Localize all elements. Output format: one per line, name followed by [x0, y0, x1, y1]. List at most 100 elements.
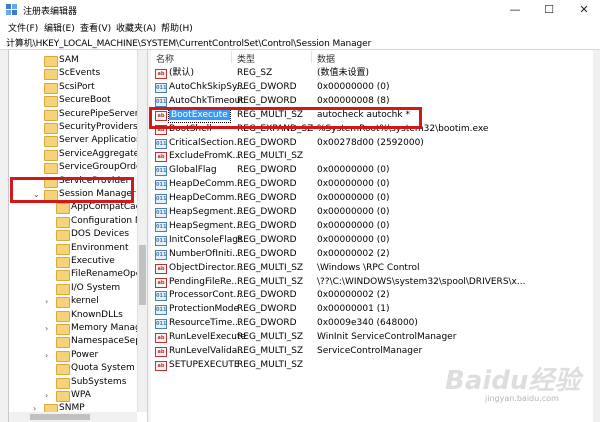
- menu-file[interactable]: 文件(F): [8, 21, 38, 34]
- tree-item[interactable]: DOS Devices: [9, 228, 137, 242]
- chevron-right-icon[interactable]: ›: [45, 389, 48, 402]
- value-row[interactable]: ab (默认) REG_SZ (数值未设置): [152, 66, 593, 80]
- value-row[interactable]: 011 HeapDeComm... REG_DWORD 0x00000000 (0): [152, 191, 593, 205]
- tree-item[interactable]: SecurityProviders: [9, 121, 137, 134]
- close-button[interactable]: ✕: [572, 2, 596, 18]
- left-gutter: [0, 50, 9, 422]
- tree-item[interactable]: SecurePipeServers: [9, 108, 137, 121]
- value-row[interactable]: 011 ResourceTime... REG_DWORD 0x0009e340 (6…: [152, 316, 593, 330]
- highlight-bootexecute: [149, 107, 422, 129]
- menu-help[interactable]: 帮助(H): [161, 21, 193, 34]
- chevron-right-icon[interactable]: ›: [45, 322, 48, 335]
- chevron-right-icon[interactable]: ›: [33, 402, 36, 412]
- menu-view[interactable]: 查看(V): [80, 21, 111, 34]
- tree-item[interactable]: KnownDLLs: [9, 309, 137, 322]
- folder-icon: [56, 350, 70, 362]
- tree-item[interactable]: AppCompatCache: [9, 201, 137, 215]
- binary-value-icon: 011: [155, 235, 167, 246]
- folder-icon: [56, 230, 70, 242]
- tree-item[interactable]: › kernel: [9, 295, 137, 309]
- value-row[interactable]: 011 AutoChkSkipSy... REG_DWORD 0x00000000 (…: [152, 80, 593, 94]
- value-row[interactable]: 011 NumberOfIniti... REG_DWORD 0x00000002 (…: [152, 247, 593, 261]
- value-row[interactable]: 011 HeapDeComm... REG_DWORD 0x00000000 (0): [152, 177, 593, 191]
- column-header-name[interactable]: 名称: [156, 52, 174, 65]
- chevron-right-icon[interactable]: ›: [45, 349, 48, 362]
- minimize-button[interactable]: —: [503, 2, 527, 18]
- value-row[interactable]: 011 ProtectionMode REG_DWORD 0x00000001 (1): [152, 302, 593, 316]
- tree-item[interactable]: › SNMP: [9, 402, 137, 412]
- tree-item[interactable]: I/O System: [9, 282, 137, 295]
- tree-item[interactable]: ScEvents: [9, 67, 137, 81]
- binary-value-icon: 011: [155, 180, 167, 191]
- string-value-icon: ab: [155, 360, 167, 371]
- value-row[interactable]: 011 HeapSegment... REG_DWORD 0x00000000 (0): [152, 219, 593, 233]
- tree-item-label: ServiceAggregatedE: [59, 148, 137, 159]
- registry-tree[interactable]: SAM ScEvents ScsiPort SecureBoot SecurePipeS…: [9, 50, 137, 412]
- tree-item-label: Environment: [71, 242, 129, 253]
- tree-item[interactable]: › Memory Manager: [9, 322, 137, 335]
- menu-favorites[interactable]: 收藏夹(A): [116, 21, 156, 34]
- value-data: 0x00000000 (0): [317, 179, 390, 190]
- folder-icon: [44, 404, 58, 412]
- value-type: REG_MULTI_SZ: [237, 346, 304, 356]
- maximize-button[interactable]: ☐: [537, 2, 561, 18]
- value-row[interactable]: 011 AutoChkTimeout REG_DWORD 0x00000008 (8): [152, 94, 593, 108]
- string-value-icon: ab: [155, 152, 167, 163]
- tree-item-label: SNMP: [59, 403, 85, 412]
- tree-item[interactable]: ScsiPort: [9, 81, 137, 94]
- value-row[interactable]: ab PendingFileRe... REG_MULTI_SZ \??\C:\WIN…: [152, 275, 593, 289]
- tree-item[interactable]: › Power: [9, 349, 137, 362]
- value-row[interactable]: 011 ProcessorCont... REG_DWORD 0x00000002 (…: [152, 288, 593, 302]
- chevron-right-icon[interactable]: ›: [45, 295, 48, 308]
- folder-icon: [56, 324, 70, 335]
- tree-item[interactable]: › WPA: [9, 389, 137, 402]
- tree-item[interactable]: Server Applications: [9, 134, 137, 148]
- value-name: GlobalFlag: [169, 165, 217, 176]
- tree-item[interactable]: FileRenameOpera: [9, 268, 137, 282]
- tree-item[interactable]: Executive: [9, 255, 137, 268]
- value-data: WinInit ServiceControlManager: [317, 332, 457, 343]
- tree-item[interactable]: ServiceGroupOrder: [9, 161, 137, 175]
- tree-item[interactable]: SAM: [9, 54, 137, 67]
- value-row[interactable]: 011 GlobalFlag REG_DWORD 0x00000000 (0): [152, 163, 593, 177]
- value-row[interactable]: ab ObjectDirector... REG_MULTI_SZ \Windows …: [152, 261, 593, 275]
- value-row[interactable]: 011 CriticalSection... REG_DWORD 0x00278d00…: [152, 136, 593, 150]
- binary-value-icon: 011: [155, 208, 167, 218]
- value-row[interactable]: ab RunLevelValida... REG_MULTI_SZ ServiceCo…: [152, 344, 593, 358]
- tree-item[interactable]: Environment: [9, 242, 137, 255]
- value-name: AutoChkSkipSy...: [169, 81, 245, 92]
- column-header-type[interactable]: 类型: [237, 52, 255, 65]
- values-vertical-scrollbar[interactable]: [593, 50, 600, 422]
- tree-item[interactable]: SecureBoot: [9, 94, 137, 108]
- tree-item[interactable]: NamespaceSepar: [9, 335, 137, 349]
- tree-item[interactable]: Configuration Ma: [9, 215, 137, 228]
- binary-value-icon: 011: [155, 319, 167, 330]
- address-path[interactable]: 计算机\HKEY_LOCAL_MACHINE\SYSTEM\CurrentCon…: [6, 36, 371, 49]
- folder-icon: [44, 56, 58, 67]
- column-divider[interactable]: [231, 51, 232, 63]
- column-divider[interactable]: [311, 51, 312, 63]
- value-name: NumberOfIniti...: [169, 248, 241, 259]
- folder-icon: [56, 216, 70, 228]
- value-row[interactable]: ab ExcludeFromK... REG_MULTI_SZ: [152, 149, 593, 163]
- tree-hscroll-thumb[interactable]: [30, 414, 90, 420]
- value-type: REG_DWORD: [237, 220, 297, 231]
- tree-scroll-thumb[interactable]: [139, 245, 146, 305]
- value-row[interactable]: 011 InitConsoleFlags REG_DWORD 0x00000000 (…: [152, 233, 593, 247]
- window-title: 注册表编辑器: [23, 7, 78, 17]
- value-data: 0x00000001 (1): [317, 304, 390, 315]
- tree-item[interactable]: SubSystems: [9, 376, 137, 389]
- column-header-data[interactable]: 数据: [317, 52, 335, 65]
- string-value-icon: ab: [155, 347, 167, 357]
- value-row[interactable]: 011 HeapSegment... REG_DWORD 0x00000000 (0): [152, 205, 593, 219]
- value-data: 0x00278d00 (2592000): [317, 137, 424, 148]
- menu-edit[interactable]: 编辑(E): [44, 21, 75, 34]
- binary-value-icon: 011: [155, 305, 167, 316]
- tree-item[interactable]: Quota System: [9, 362, 137, 376]
- value-type: REG_MULTI_SZ: [237, 276, 304, 287]
- string-value-icon: ab: [155, 333, 167, 344]
- folder-icon: [44, 69, 58, 81]
- tree-item[interactable]: ServiceAggregatedE: [9, 148, 137, 161]
- value-type: REG_DWORD: [237, 234, 297, 245]
- value-row[interactable]: ab RunLevelExecute REG_MULTI_SZ WinInit Ser…: [152, 330, 593, 344]
